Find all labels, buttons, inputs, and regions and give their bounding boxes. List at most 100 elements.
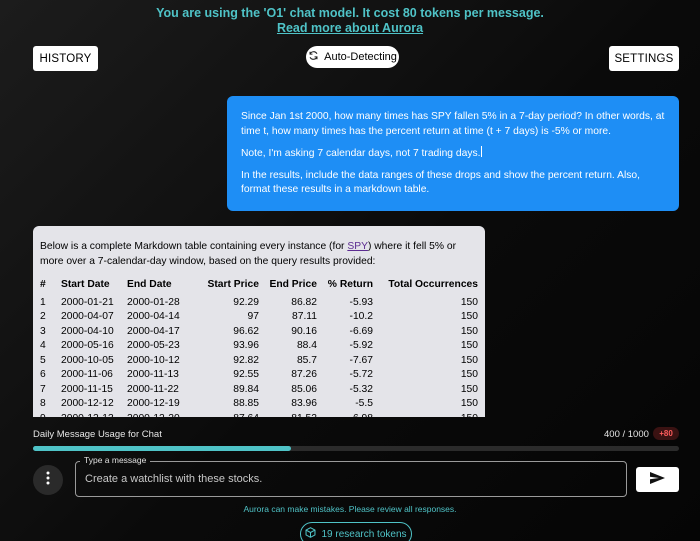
table-cell: 2	[40, 311, 46, 322]
table-cell: 150	[460, 325, 478, 337]
table-cell: 87.26	[291, 369, 317, 380]
more-options-button[interactable]	[33, 465, 63, 495]
table-cell: 3	[40, 325, 46, 337]
table-cell: 2000-12-19	[127, 398, 180, 409]
table-row: 92000-12-132000-12-2087.6481.52-6.98150	[40, 412, 478, 418]
research-tokens-button[interactable]: 19 research tokens	[300, 522, 412, 541]
table-cell: 2000-04-17	[127, 325, 180, 337]
table-cell: 90.16	[291, 325, 317, 337]
assistant-intro: Below is a complete Markdown table conta…	[40, 241, 457, 267]
table-cell: 97	[247, 311, 259, 322]
table-cell: 89.84	[233, 383, 259, 395]
table-cell: 5	[40, 354, 46, 366]
table-cell: 88.85	[233, 398, 259, 409]
table-row: 4 2000-05-16 2000-05-23 93.96 88.4 -5.92 150	[40, 339, 478, 354]
table-cell: -5.32	[349, 383, 373, 395]
table-cell: 150	[460, 369, 478, 380]
table-cell: 81.52	[259, 412, 317, 418]
table-cell: 87.64	[197, 412, 259, 418]
read-more-link[interactable]: Read more about Aurora	[277, 21, 423, 36]
table-row: 1 2000-01-21 2000-01-28 92.29 86.82 -5.93 150	[40, 296, 478, 311]
message-field-label: Type a message	[80, 455, 151, 465]
table-cell: 2000-05-23	[127, 340, 180, 351]
table-cell: -5.92	[349, 340, 373, 351]
send-button[interactable]	[636, 467, 679, 492]
table-cell: 2000-12-13	[61, 412, 127, 418]
usage-label: Daily Message Usage for Chat	[33, 429, 162, 440]
table-cell: -6.98	[317, 412, 373, 418]
results-table: # Start Date End Date Start Price End Pr…	[40, 278, 478, 417]
user-message-bubble: Since Jan 1st 2000, how many times has S…	[227, 96, 679, 211]
message-field[interactable]	[75, 461, 627, 497]
table-cell: 150	[460, 311, 478, 322]
table-cell: 2000-11-15	[61, 383, 113, 395]
table-cell: 96.62	[233, 325, 259, 337]
table-cell: 2000-10-12	[127, 354, 180, 366]
column-header: Total Occurrences	[388, 279, 478, 290]
table-cell: 2000-04-14	[127, 311, 180, 322]
table-cell: 83.96	[291, 398, 317, 409]
table-cell: 6	[40, 369, 46, 380]
table-cell: -5.5	[355, 398, 373, 409]
settings-button[interactable]: SETTINGS	[609, 46, 679, 71]
column-header: End Date	[127, 279, 172, 290]
table-cell: 150	[460, 383, 478, 395]
column-header: Start Price	[207, 279, 259, 290]
model-banner: You are using the 'O1' chat model. It co…	[0, 6, 700, 36]
more-vertical-icon	[46, 471, 50, 490]
table-cell: 9	[40, 412, 61, 418]
table-header-row: # Start Date End Date Start Price End Pr…	[40, 278, 478, 296]
table-cell: 2000-01-21	[61, 296, 114, 308]
send-icon	[650, 471, 665, 489]
table-row: 7 2000-11-15 2000-11-22 89.84 85.06 -5.32 150	[40, 383, 478, 398]
usage-progress-bar	[33, 446, 679, 451]
table-cell: 2000-12-12	[61, 398, 114, 409]
table-cell: 2000-01-28	[127, 296, 180, 308]
column-header: End Price	[269, 279, 318, 290]
spy-link[interactable]: SPY	[347, 241, 368, 252]
cube-icon	[305, 527, 316, 541]
table-cell: 2000-12-20	[127, 412, 197, 418]
usage-progress-fill	[33, 446, 292, 451]
table-cell: 150	[460, 354, 478, 366]
table-cell: 150	[460, 398, 478, 409]
auto-detect-label: Auto-Detecting	[324, 51, 397, 63]
table-cell: 7	[40, 383, 46, 395]
table-row: 6 2000-11-06 2000-11-13 92.55 87.26 -5.72 150	[40, 368, 478, 383]
table-cell: 93.96	[233, 340, 259, 351]
table-cell: 8	[40, 398, 46, 409]
table-cell: -10.2	[349, 311, 373, 322]
table-cell: 150	[460, 340, 478, 351]
table-row: 8 2000-12-12 2000-12-19 88.85 83.96 -5.5 150	[40, 397, 478, 412]
refresh-icon	[308, 50, 319, 64]
tokens-label: 19 research tokens	[321, 528, 407, 540]
table-cell: 85.06	[291, 383, 317, 395]
table-cell: 4	[40, 340, 46, 351]
disclaimer: Aurora can make mistakes. Please review …	[243, 504, 457, 514]
column-header: % Return	[327, 279, 373, 290]
table-cell: 2000-04-07	[61, 311, 114, 322]
table-cell: 2000-11-13	[127, 369, 179, 380]
table-cell: 150	[373, 412, 478, 418]
column-header: Start Date	[61, 279, 110, 290]
history-button[interactable]: HISTORY	[33, 46, 98, 71]
table-cell: 88.4	[296, 340, 317, 351]
table-cell: 92.29	[233, 296, 259, 308]
assistant-message-bubble: Below is a complete Markdown table conta…	[33, 226, 485, 417]
message-input[interactable]	[76, 462, 626, 496]
chat-thread[interactable]: Since Jan 1st 2000, how many times has S…	[0, 84, 700, 417]
table-cell: -5.72	[349, 369, 373, 380]
table-cell: 92.82	[233, 354, 259, 366]
table-cell: 2000-11-06	[61, 369, 113, 380]
text-caret	[480, 146, 482, 157]
usage-increment-badge: +80	[653, 427, 679, 440]
table-cell: -6.69	[349, 325, 373, 337]
table-cell: 2000-04-10	[61, 325, 114, 337]
user-message-paragraph: In the results, include the data ranges …	[241, 169, 640, 196]
user-message-paragraph: Note, I'm asking 7 calendar days, not 7 …	[241, 146, 482, 159]
table-row: 3 2000-04-10 2000-04-17 96.62 90.16 -6.69 150	[40, 325, 478, 340]
table-row: 5 2000-10-05 2000-10-12 92.82 85.7 -7.67 150	[40, 354, 478, 369]
auto-detect-toggle[interactable]: Auto-Detecting	[306, 46, 399, 68]
table-cell: 86.82	[291, 296, 317, 308]
user-message-paragraph: Since Jan 1st 2000, how many times has S…	[241, 111, 665, 137]
